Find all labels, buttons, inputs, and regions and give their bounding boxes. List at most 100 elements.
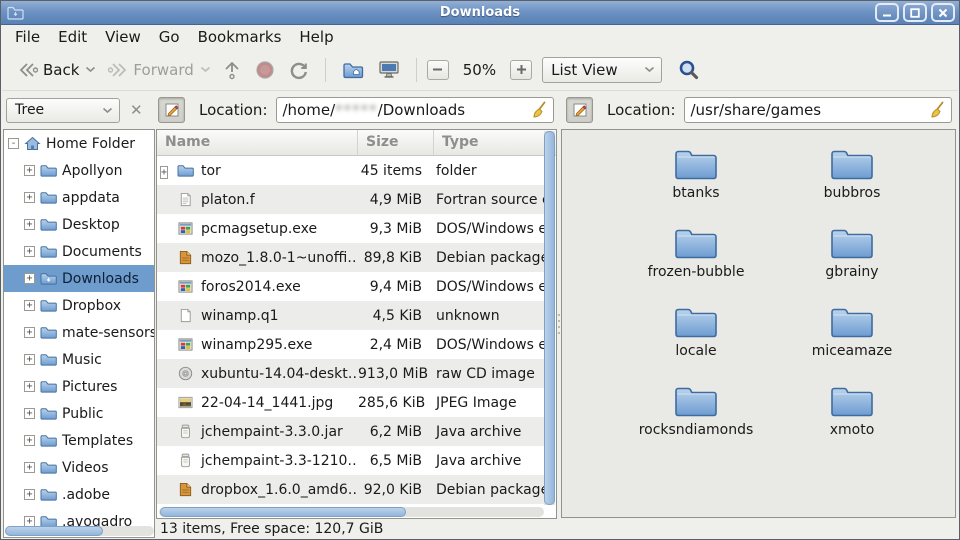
tree-expander[interactable]: + — [24, 192, 35, 203]
sidebar-mode-select[interactable]: Tree — [6, 98, 120, 123]
tree-expander[interactable]: + — [24, 327, 35, 338]
file-type: unknown — [430, 308, 544, 324]
templates-folder-icon — [40, 433, 57, 448]
location-input-right[interactable]: /usr/share/games — [684, 97, 953, 123]
sidebar-item-templates[interactable]: +Templates — [4, 427, 154, 454]
game-folder-miceamaze[interactable]: miceamaze — [774, 298, 930, 377]
sidebar-item-public[interactable]: +Public — [4, 400, 154, 427]
game-folder-label: xmoto — [830, 422, 875, 438]
column-header-name[interactable]: Name — [157, 130, 358, 155]
maximize-button[interactable] — [903, 3, 927, 22]
file-list-horizontal-scrollbar[interactable] — [159, 507, 544, 517]
blank-doc-icon — [173, 308, 197, 323]
game-folder-frozen-bubble[interactable]: frozen-bubble — [618, 219, 774, 298]
column-header-type[interactable]: Type — [434, 130, 556, 155]
game-folder-rocksndiamonds[interactable]: rocksndiamonds — [618, 377, 774, 456]
sidebar-item-label: Downloads — [62, 271, 139, 287]
edit-pencil-icon — [164, 102, 180, 118]
file-row[interactable]: +tor45 itemsfolder — [157, 156, 544, 185]
forward-button[interactable]: Forward — [102, 56, 199, 84]
zoom-in-button[interactable] — [510, 60, 532, 80]
game-folder-label: miceamaze — [812, 343, 893, 359]
menu-bookmarks[interactable]: Bookmarks — [189, 25, 291, 49]
file-row[interactable]: jchempaint-3.3.0.jar6,2 MiBJava archive — [157, 417, 544, 446]
tree-expander[interactable]: + — [24, 219, 35, 230]
file-name: dropbox_1.6.0_amd6… — [197, 482, 358, 498]
tree-expander[interactable]: + — [24, 489, 35, 500]
file-row[interactable]: xubuntu-14.04-deskt…913,0 MiBraw CD imag… — [157, 359, 544, 388]
tree-expander[interactable]: + — [24, 435, 35, 446]
file-row[interactable]: winamp295.exe2,4 MiBDOS/Windows ex — [157, 330, 544, 359]
view-mode-value: List View — [551, 61, 618, 79]
edit-location-button-right[interactable] — [566, 97, 593, 123]
tree-expander[interactable]: + — [24, 165, 35, 176]
forward-history-dropdown[interactable] — [200, 66, 211, 73]
file-row[interactable]: jchempaint-3.3-1210…6,5 MiBJava archive — [157, 446, 544, 475]
sidebar-item--adobe[interactable]: +.adobe — [4, 481, 154, 508]
game-folder-label: locale — [675, 343, 716, 359]
file-name: tor — [197, 163, 358, 179]
game-folder-gbrainy[interactable]: gbrainy — [774, 219, 930, 298]
game-folder-bubbros[interactable]: bubbros — [774, 140, 930, 219]
minimize-button[interactable] — [875, 3, 899, 22]
column-header-size[interactable]: Size — [358, 130, 434, 155]
sidebar-item-apollyon[interactable]: +Apollyon — [4, 157, 154, 184]
menu-file[interactable]: File — [6, 25, 49, 49]
game-folder-locale[interactable]: locale — [618, 298, 774, 377]
stop-button[interactable] — [249, 55, 281, 85]
location-input-left[interactable]: /home/*****/Downloads — [276, 97, 555, 123]
file-row[interactable]: 22-04-14_1441.jpg285,6 KiBJPEG Image — [157, 388, 544, 417]
game-folder-btanks[interactable]: btanks — [618, 140, 774, 219]
sidebar-close-icon[interactable]: ✕ — [130, 101, 143, 119]
edit-location-button-left[interactable] — [158, 97, 185, 123]
menu-view[interactable]: View — [96, 25, 150, 49]
sidebar-item-mate-sensors-[interactable]: +mate-sensors- — [4, 319, 154, 346]
sidebar-item-documents[interactable]: +Documents — [4, 238, 154, 265]
view-mode-select[interactable]: List View — [542, 57, 662, 83]
sidebar-item-music[interactable]: +Music — [4, 346, 154, 373]
zoom-out-button[interactable] — [427, 60, 449, 80]
file-row[interactable]: mozo_1.8.0-1~unoffi…89,8 KiBDebian packa… — [157, 243, 544, 272]
home-button[interactable] — [336, 56, 370, 84]
file-row[interactable]: dropbox_1.6.0_amd6…92,0 KiBDebian packag… — [157, 475, 544, 504]
sidebar-item-home-folder[interactable]: -Home Folder — [4, 130, 154, 157]
sidebar-item-desktop[interactable]: +Desktop — [4, 211, 154, 238]
back-icon — [18, 62, 38, 78]
menu-help[interactable]: Help — [290, 25, 342, 49]
sidebar-item-appdata[interactable]: +appdata — [4, 184, 154, 211]
tree-expander[interactable]: + — [24, 273, 35, 284]
clear-location-icon[interactable] — [929, 101, 945, 119]
file-row[interactable]: foros2014.exe9,4 MiBDOS/Windows ex — [157, 272, 544, 301]
tree-expander[interactable]: + — [24, 246, 35, 257]
sidebar-item-pictures[interactable]: +Pictures — [4, 373, 154, 400]
tree-expander[interactable]: + — [24, 354, 35, 365]
sidebar-item-videos[interactable]: +Videos — [4, 454, 154, 481]
close-button[interactable] — [931, 3, 955, 22]
desktop-button[interactable] — [372, 55, 406, 84]
tree-expander[interactable]: - — [8, 138, 19, 149]
reload-button[interactable] — [283, 55, 315, 85]
row-expander[interactable]: + — [157, 163, 173, 179]
menu-edit[interactable]: Edit — [49, 25, 96, 49]
game-folder-xmoto[interactable]: xmoto — [774, 377, 930, 456]
deb-icon — [173, 250, 197, 265]
file-type: folder — [430, 163, 544, 179]
file-list-vertical-scrollbar[interactable] — [544, 131, 555, 505]
tree-expander[interactable]: + — [24, 408, 35, 419]
exe-icon — [173, 221, 197, 236]
sidebar-item-downloads[interactable]: + Downloads — [4, 265, 154, 292]
sidebar-item-dropbox[interactable]: +Dropbox — [4, 292, 154, 319]
tree-expander[interactable]: + — [24, 300, 35, 311]
search-button[interactable] — [672, 54, 706, 86]
file-row[interactable]: pcmagsetup.exe9,3 MiBDOS/Windows ex — [157, 214, 544, 243]
up-button[interactable] — [217, 55, 247, 85]
file-row[interactable]: platon.f4,9 MiBFortran source co — [157, 185, 544, 214]
sidebar-horizontal-scrollbar[interactable] — [5, 526, 154, 536]
back-button[interactable]: Back — [12, 56, 85, 84]
back-history-dropdown[interactable] — [85, 66, 96, 73]
menu-go[interactable]: Go — [150, 25, 189, 49]
tree-expander[interactable]: + — [24, 462, 35, 473]
clear-location-icon[interactable] — [531, 101, 547, 119]
tree-expander[interactable]: + — [24, 381, 35, 392]
file-row[interactable]: winamp.q14,5 KiBunknown — [157, 301, 544, 330]
